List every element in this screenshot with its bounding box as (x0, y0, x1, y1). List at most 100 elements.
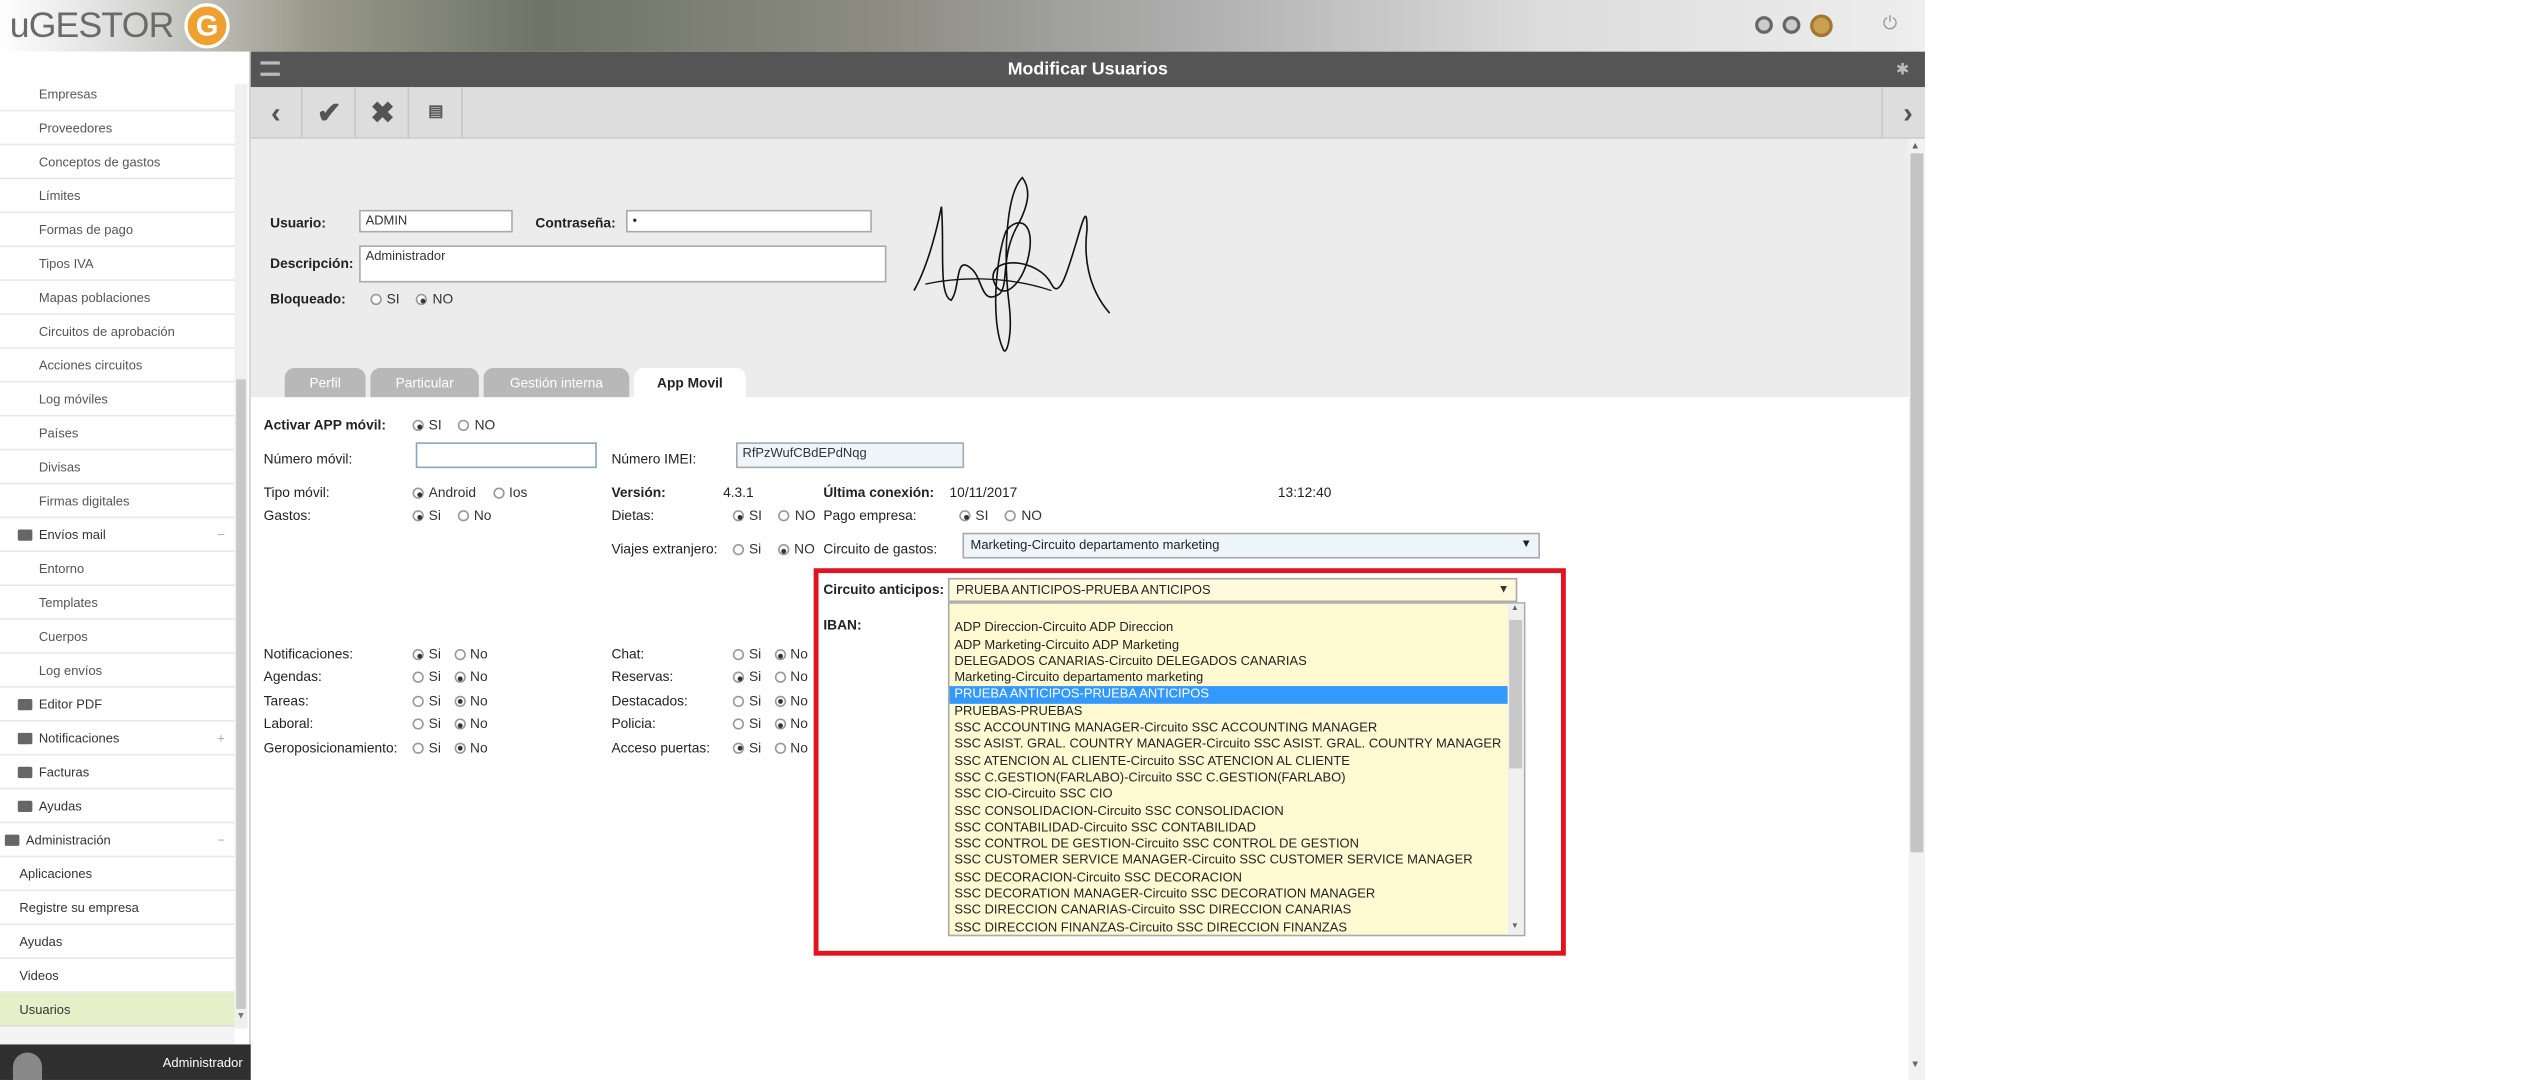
usuario-input[interactable]: ADMIN (359, 209, 513, 233)
sidebar-item[interactable]: Tipos IVA (0, 247, 235, 281)
dropdown-option[interactable]: SSC DECORATION MANAGER-Circuito SSC DECO… (950, 886, 1524, 903)
descripcion-textarea[interactable]: Administrador (359, 245, 887, 283)
sidebar-item[interactable]: Mapas poblaciones (0, 281, 235, 315)
tipo-ios[interactable]: Ios (492, 484, 527, 500)
password-input[interactable]: • (626, 209, 872, 233)
toggle-si[interactable]: Si (732, 739, 761, 755)
toggle-si[interactable]: Si (412, 646, 441, 662)
toggle-si[interactable]: Si (412, 715, 441, 732)
globe-icon[interactable] (1810, 14, 1833, 38)
numero-movil-input[interactable] (415, 442, 597, 469)
dropdown-option[interactable] (950, 604, 1524, 621)
dietas-si[interactable]: SI (732, 507, 762, 523)
sidebar-item[interactable]: Países (0, 416, 235, 451)
power-icon[interactable]: ⏻ (1883, 15, 1897, 36)
dropdown-option[interactable]: SSC ASIST. GRAL. COUNTRY MANAGER-Circuit… (950, 737, 1524, 754)
sidebar-item[interactable]: Entorno (0, 552, 235, 586)
bloqueado-no[interactable]: NO (416, 291, 453, 307)
scroll-down-arrow-icon[interactable]: ▼ (236, 1012, 246, 1022)
sidebar-item[interactable]: Log móviles (0, 383, 235, 417)
toggle-no[interactable]: No (453, 692, 488, 708)
collapse-icon[interactable]: − (217, 518, 225, 552)
toggle-si[interactable]: Si (732, 715, 761, 732)
sidebar-item[interactable]: Editor PDF (0, 688, 235, 722)
toggle-no[interactable]: No (453, 646, 488, 662)
gastos-si[interactable]: Si (412, 507, 441, 523)
dropdown-option[interactable]: SSC CONSOLIDACION-Circuito SSC CONSOLIDA… (950, 803, 1524, 820)
back-button[interactable]: ‹ (251, 87, 303, 139)
viajes-no[interactable]: NO (777, 541, 815, 557)
pago-no[interactable]: NO (1005, 507, 1042, 523)
toggle-si[interactable]: Si (732, 692, 761, 708)
sidebar-item[interactable]: Proveedores (0, 111, 235, 146)
cancel-button[interactable]: ✖ (357, 87, 410, 139)
accept-button[interactable]: ✔ (304, 87, 356, 139)
sidebar-item[interactable]: Envíos mail − (0, 518, 235, 553)
sidebar-hscrollbar[interactable] (0, 1025, 235, 1045)
gastos-no[interactable]: No (457, 507, 491, 523)
circuito-anticipos-select[interactable]: PRUEBA ANTICIPOS-PRUEBA ANTICIPOS ▼ (947, 577, 1518, 603)
sidebar-item[interactable]: Acciones circuitos (0, 349, 235, 383)
toggle-no[interactable]: No (453, 739, 488, 755)
activar-no[interactable]: NO (458, 416, 495, 433)
user-name[interactable]: Administrador (163, 1056, 243, 1071)
main-scroll-up-icon[interactable]: ▲ (1910, 142, 1920, 152)
dropdown-up-arrow-icon[interactable]: ▲ (1511, 604, 1519, 614)
toggle-si[interactable]: Si (412, 669, 441, 685)
sidebar-item[interactable]: Límites (0, 179, 235, 214)
dropdown-option[interactable]: SSC ATENCION AL CLIENTE-Circuito SSC ATE… (950, 753, 1524, 770)
dropdown-option[interactable]: SSC DIRECCION CANARIAS-Circuito SSC DIRE… (950, 903, 1524, 920)
toggle-no[interactable]: No (453, 715, 488, 732)
sidebar-item[interactable]: Facturas (0, 755, 235, 790)
toggle-si[interactable]: Si (412, 739, 441, 755)
dropdown-option[interactable]: SSC CIO-Circuito SSC CIO (950, 787, 1524, 804)
next-button[interactable]: › (1881, 87, 1933, 139)
pdf-icon[interactable]: ▤ (411, 87, 463, 139)
sidebar-scroll-thumb[interactable] (236, 379, 246, 1009)
sidebar-item[interactable]: Notificaciones + (0, 722, 235, 756)
dropdown-option[interactable]: PRUEBAS-PRUEBAS (950, 703, 1524, 720)
sidebar-item[interactable]: Administración − (0, 823, 235, 858)
settings-icon[interactable] (1755, 16, 1773, 34)
menu-icon[interactable] (260, 61, 280, 76)
refresh-icon[interactable] (1782, 16, 1801, 34)
sidebar-item[interactable]: Registre su empresa (0, 891, 235, 925)
sidebar-item[interactable]: Templates (0, 586, 235, 620)
toggle-si[interactable]: Si (732, 646, 761, 662)
tab-gestion-interna[interactable]: Gestión interna (483, 368, 630, 398)
dropdown-option[interactable]: SSC C.GESTION(FARLABO)-Circuito SSC C.GE… (950, 770, 1524, 787)
dietas-no[interactable]: NO (778, 507, 816, 523)
sidebar-item[interactable]: Empresas (0, 77, 235, 112)
gear-icon[interactable]: ✱ (1896, 61, 1910, 79)
sidebar-item[interactable]: Log envíos (0, 654, 235, 688)
imei-input[interactable]: RfPzWufCBdEPdNqg (736, 442, 965, 469)
sidebar-item[interactable]: Usuarios (0, 992, 235, 1027)
toggle-no[interactable]: No (774, 646, 808, 662)
dropdown-option[interactable]: PRUEBA ANTICIPOS-PRUEBA ANTICIPOS (949, 686, 1524, 704)
sidebar-item[interactable]: Conceptos de gastos (0, 145, 235, 180)
toggle-no[interactable]: No (774, 669, 808, 685)
main-scroll-thumb[interactable] (1910, 153, 1924, 853)
toggle-si[interactable]: Si (412, 692, 441, 708)
toggle-no[interactable]: No (453, 669, 488, 685)
tab-particular[interactable]: Particular (370, 368, 479, 398)
activar-si[interactable]: SI (412, 416, 442, 433)
dropdown-option[interactable]: SSC DECORACION-Circuito SSC DECORACION (950, 870, 1524, 887)
viajes-si[interactable]: Si (732, 541, 761, 557)
sidebar-item[interactable]: Circuitos de aprobación (0, 315, 235, 349)
sidebar-item[interactable]: Cuerpos (0, 620, 235, 654)
sidebar-item[interactable]: Videos (0, 959, 235, 993)
dropdown-option[interactable]: SSC CONTABILIDAD-Circuito SSC CONTABILID… (950, 820, 1524, 837)
tipo-android[interactable]: Android (412, 484, 476, 500)
sidebar-item[interactable]: Aplicaciones (0, 857, 235, 892)
dropdown-option[interactable]: ADP Marketing-Circuito ADP Marketing (950, 637, 1524, 654)
sidebar-item[interactable]: Ayudas (0, 789, 235, 824)
collapse-icon[interactable]: − (217, 823, 225, 857)
toggle-no[interactable]: No (774, 715, 808, 732)
dropdown-down-arrow-icon[interactable]: ▼ (1511, 922, 1519, 932)
tab-app-movil[interactable]: App Movil (634, 368, 746, 398)
circuito-gastos-select[interactable]: Marketing-Circuito departamento marketin… (962, 532, 1540, 559)
toggle-no[interactable]: No (774, 739, 808, 755)
dropdown-option[interactable]: SSC DIRECCION FINANZAS-Circuito SSC DIRE… (950, 920, 1524, 935)
dropdown-option[interactable]: SSC ACCOUNTING MANAGER-Circuito SSC ACCO… (950, 720, 1524, 737)
